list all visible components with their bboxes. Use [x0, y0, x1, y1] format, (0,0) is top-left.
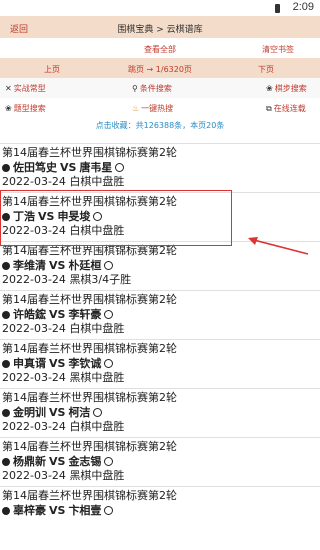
game-record[interactable]: 第14届春兰杯世界围棋锦标赛第2轮 佐田笃史 VS 唐韦星 2022-03-24 白…	[0, 143, 320, 192]
game-record[interactable]: 第14届春兰杯世界围棋锦标赛第2轮 申真谞 VS 李钦诚 2022-03-24 黑棋…	[0, 339, 320, 388]
black-stone-icon	[2, 163, 10, 172]
white-stone-icon	[104, 310, 114, 319]
next-page-button[interactable]: 下页	[258, 64, 274, 75]
white-stone-icon	[93, 408, 103, 417]
white-stone-icon	[104, 506, 114, 515]
tool-condition-search[interactable]: ⚲ 条件搜索	[132, 83, 172, 94]
white-stone-icon	[104, 457, 114, 466]
paw-icon: ❀	[5, 104, 12, 113]
tool-online-serial[interactable]: ⧉ 在线连载	[266, 103, 306, 114]
paw-icon: ❀	[266, 84, 273, 93]
top-bar: 返回 围棋宝典 > 云棋谱库	[0, 16, 320, 38]
game-record[interactable]: 第14届春兰杯世界围棋锦标赛第2轮 许皓鋐 VS 李轩豪 2022-03-24 白棋…	[0, 290, 320, 339]
white-stone-icon	[115, 163, 125, 172]
game-record[interactable]: 第14届春兰杯世界围棋锦标赛第2轮 辜梓豪 VS 卞相壹	[0, 486, 320, 535]
black-stone-icon	[2, 261, 10, 270]
flame-icon: ♨	[132, 104, 140, 113]
prev-page-button[interactable]: 上页	[44, 64, 60, 75]
tool-row-2: ❀ 题型搜索 ♨ 一键热搜 ⧉ 在线连载	[0, 98, 320, 118]
tool-move-search[interactable]: ❀ 棋步搜索	[266, 83, 307, 94]
status-bar: 2:09	[0, 0, 320, 16]
status-time: 2:09	[292, 1, 314, 13]
highlight-box	[0, 190, 232, 246]
black-stone-icon	[2, 408, 10, 417]
black-stone-icon	[2, 457, 10, 466]
tool-problem-search[interactable]: ❀ 题型搜索	[5, 103, 46, 114]
black-stone-icon	[2, 506, 10, 515]
action-row: 查看全部 清空书签	[0, 38, 320, 58]
collection-stats: 点击收藏：共126388条，本页20条	[95, 121, 225, 130]
game-record[interactable]: 第14届春兰杯世界围棋锦标赛第2轮 金明训 VS 柯洁 2022-03-24 白棋中…	[0, 388, 320, 437]
annotation-arrow-icon	[248, 237, 309, 255]
search-icon: ⚲	[132, 84, 138, 93]
white-stone-icon	[104, 359, 114, 368]
jump-page-button[interactable]: 跳页 → 1/6320页	[128, 64, 192, 75]
pager-row: 上页 跳页 → 1/6320页 下页	[0, 58, 320, 78]
game-record[interactable]: 第14届春兰杯世界围棋锦标赛第2轮 杨鼎新 VS 金志锡 2022-03-24 黑棋…	[0, 437, 320, 486]
external-link-icon: ⧉	[266, 103, 272, 113]
clear-bookmarks-button[interactable]: 清空书签	[262, 44, 294, 55]
tool-row-1: ✕ 实战常型 ⚲ 条件搜索 ❀ 棋步搜索	[0, 78, 320, 98]
page-title: 围棋宝典 > 云棋谱库	[117, 25, 203, 35]
battery-icon	[275, 4, 280, 13]
view-all-button[interactable]: 查看全部	[144, 44, 176, 55]
crossed-swords-icon: ✕	[5, 84, 12, 93]
black-stone-icon	[2, 310, 10, 319]
black-stone-icon	[2, 359, 10, 368]
white-stone-icon	[104, 261, 114, 270]
tool-practical-patterns[interactable]: ✕ 实战常型	[5, 83, 46, 94]
tool-hot-search[interactable]: ♨ 一键热搜	[132, 103, 173, 114]
